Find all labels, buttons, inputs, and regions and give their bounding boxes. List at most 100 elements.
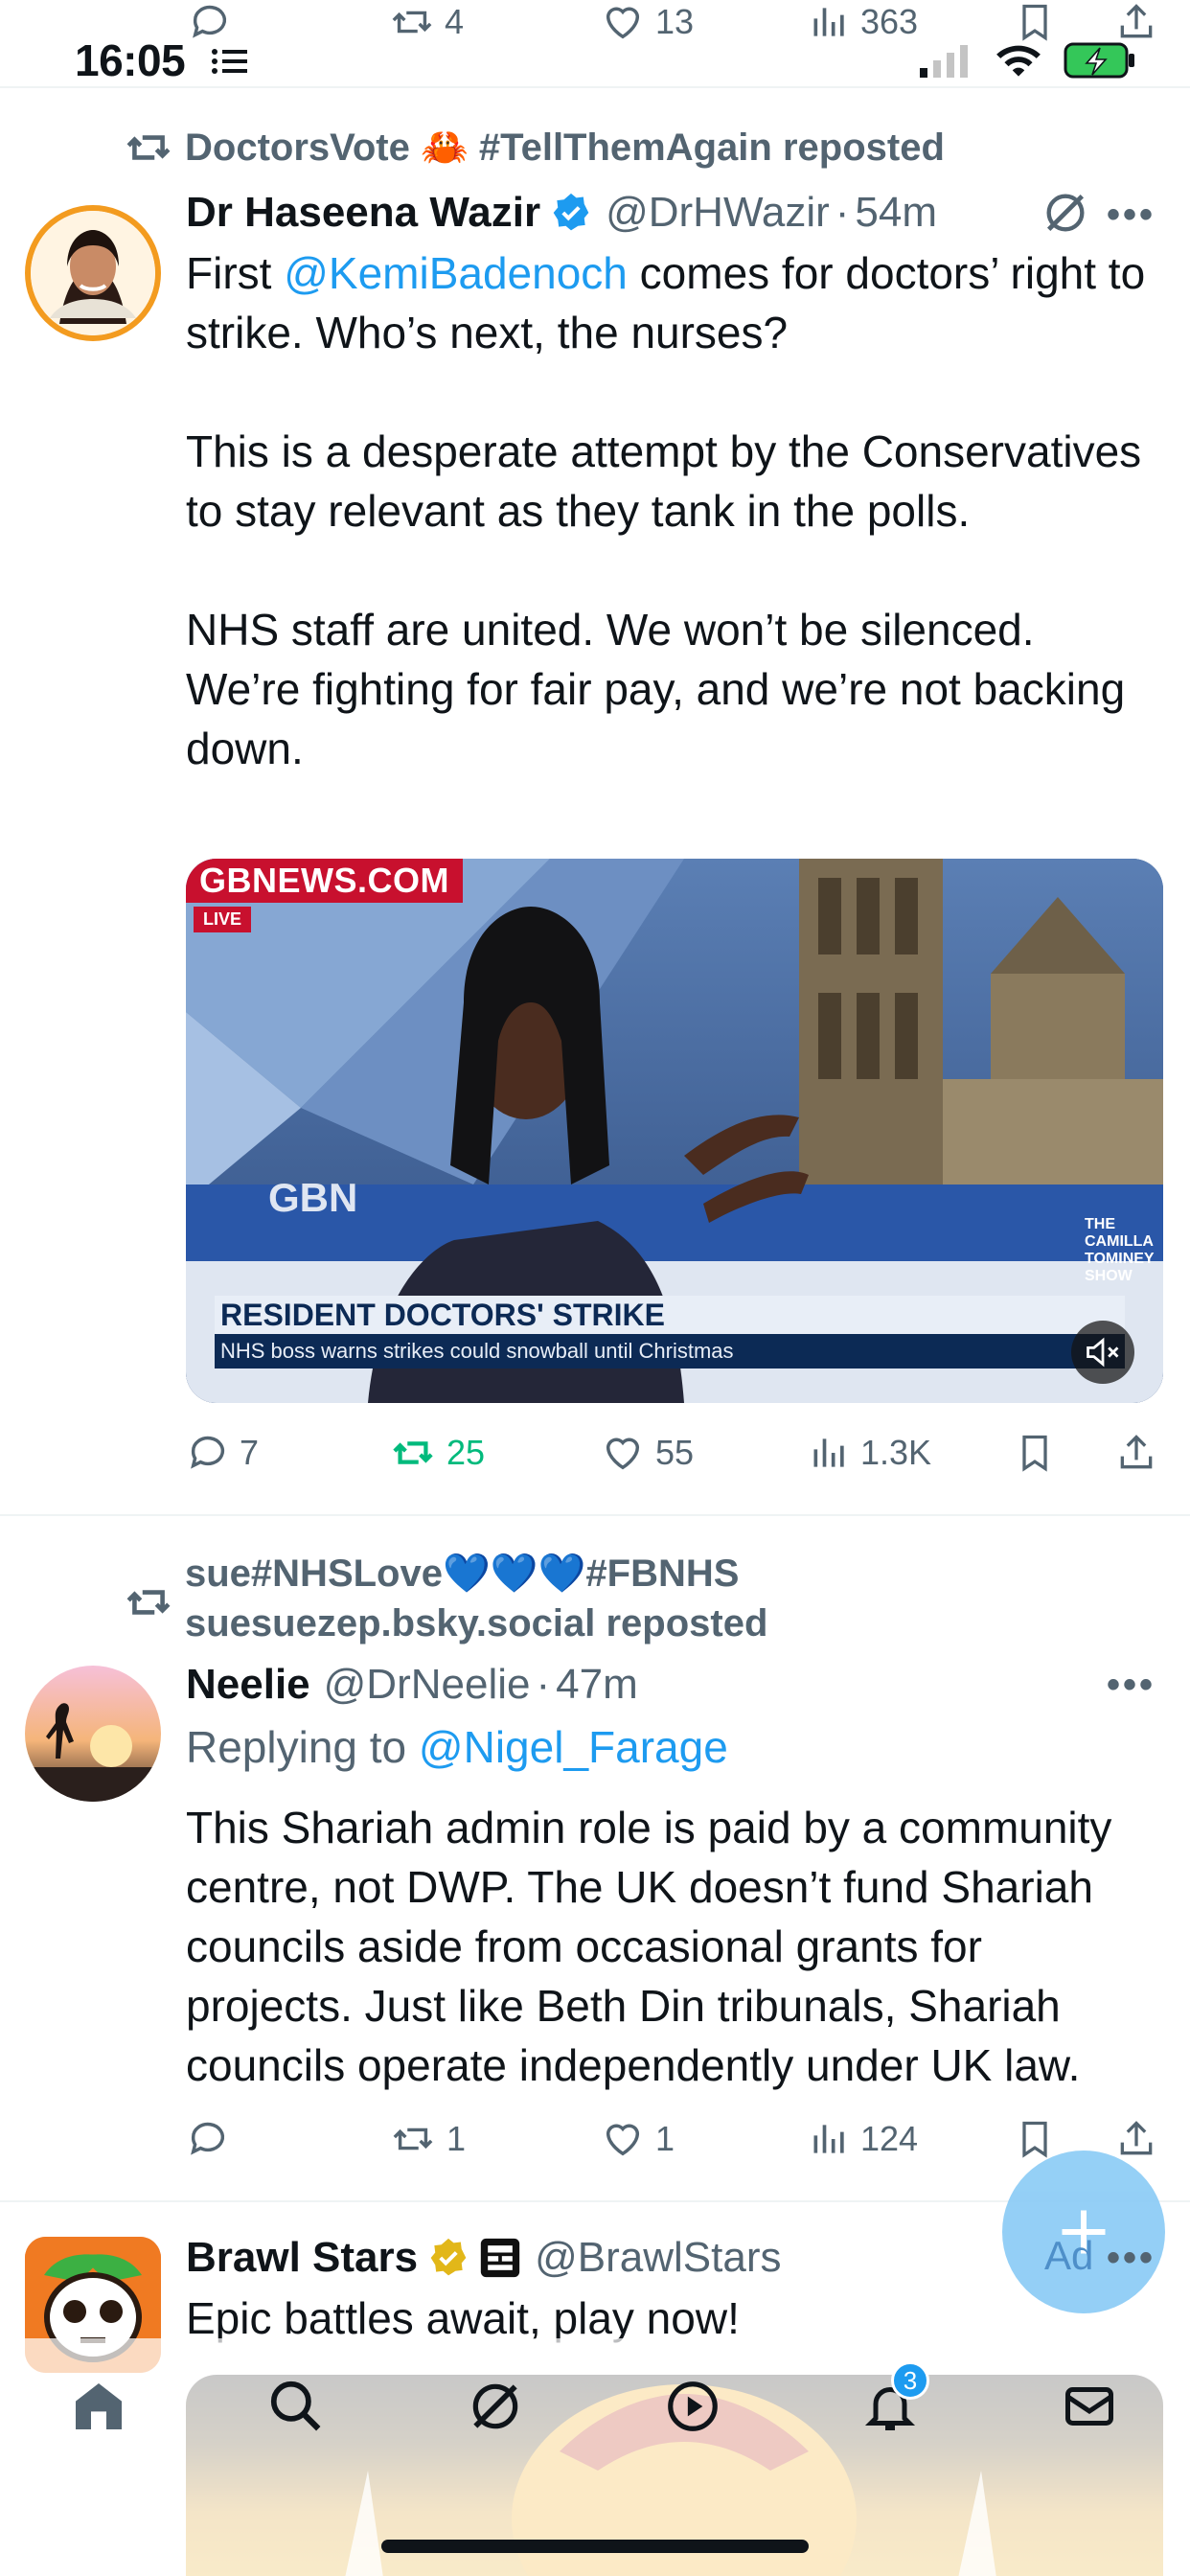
tweet-text-start: First [186, 248, 285, 298]
tweet-header: Brawl Stars @BrawlStars [186, 2229, 782, 2287]
verified-badge-icon [553, 193, 589, 231]
grok-icon [472, 2383, 518, 2429]
author-name[interactable]: Neelie [186, 1661, 310, 1709]
like-count: 13 [655, 2, 695, 41]
clock: 16:05 [75, 35, 186, 85]
nav-notifications[interactable]: 3 [857, 2361, 929, 2440]
separator-dot: · [835, 189, 850, 236]
retweet-count: 4 [445, 2, 465, 41]
nav-messages[interactable] [1056, 2373, 1123, 2440]
author-name[interactable]: Dr Haseena Wazir [186, 189, 540, 237]
svg-text:THE: THE [1085, 1216, 1115, 1232]
reply-handle-link[interactable]: @Nigel_Farage [419, 1722, 728, 1772]
compose-button[interactable] [1002, 2150, 1165, 2313]
avatar[interactable] [25, 1666, 161, 1802]
views-button[interactable]: 124 [809, 2112, 918, 2166]
volume-muted-icon [1087, 1337, 1119, 1368]
tweet-divider [0, 1514, 1190, 1516]
reply-count: 7 [240, 1433, 260, 1472]
share-button[interactable] [1115, 1426, 1157, 1480]
social-context[interactable]: DoctorsVote 🦀 #TellThemAgain reposted [125, 123, 945, 172]
tweet-time[interactable]: 54m [855, 189, 937, 237]
views-icon [813, 2125, 844, 2153]
avatar[interactable] [25, 205, 161, 341]
news-headline: RESIDENT DOCTORS' STRIKE [215, 1296, 1125, 1334]
more-options-button[interactable]: ••• [1107, 2237, 1156, 2280]
mention-link[interactable]: @KemiBadenoch [284, 248, 628, 298]
signal-icon [920, 45, 968, 78]
svg-text:GBN: GBN [268, 1175, 357, 1220]
mute-button[interactable] [1071, 1321, 1134, 1384]
nav-home[interactable] [65, 2373, 132, 2440]
reply-button[interactable]: 7 [186, 1426, 259, 1480]
mail-icon [1065, 2387, 1113, 2426]
tweet-text: This Shariah admin role is paid by a com… [186, 1803, 1125, 2090]
views-icon [813, 1438, 844, 1467]
social-context-text: DoctorsVote 🦀 #TellThemAgain reposted [185, 126, 945, 169]
like-button[interactable]: 55 [600, 1426, 694, 1480]
bookmark-button[interactable] [1014, 1426, 1056, 1480]
wifi-icon [996, 45, 1041, 77]
views-count: 1.3K [860, 1433, 932, 1472]
retweet-count: 25 [446, 1433, 486, 1472]
reply-icon [191, 2122, 225, 2155]
tweet-header: Neelie @DrNeelie · 47m [186, 1656, 638, 1714]
like-button[interactable]: 13 [600, 0, 694, 44]
share-button[interactable] [1115, 2112, 1157, 2166]
tweet-actions: 1 1 124 [186, 2112, 1163, 2166]
more-options-button[interactable]: ••• [1107, 1664, 1156, 1707]
retweet-count: 1 [446, 2119, 467, 2158]
ad-label: Ad [1044, 2233, 1094, 2278]
author-name[interactable]: Brawl Stars [186, 2234, 418, 2282]
bookmark-icon [1022, 1435, 1047, 1472]
like-button[interactable]: 1 [600, 2112, 675, 2166]
svg-text:TOMINEY: TOMINEY [1085, 1251, 1155, 1267]
retweet-button[interactable]: 25 [389, 1426, 485, 1480]
author-handle[interactable]: @DrHWazir [606, 189, 830, 237]
reply-button[interactable] [186, 2112, 240, 2166]
reply-icon [193, 5, 227, 38]
views-icon [813, 8, 844, 36]
more-options-button[interactable]: ••• [1107, 194, 1156, 237]
grok-icon[interactable] [1041, 188, 1090, 238]
svg-text:CAMILLA: CAMILLA [1085, 1233, 1154, 1250]
retweet-icon [393, 1441, 433, 1464]
home-icon [76, 2383, 122, 2429]
like-count: 55 [655, 1433, 695, 1472]
heart-icon [606, 1438, 640, 1470]
retweet-button[interactable]: 1 [389, 2112, 466, 2166]
tweet-header: Dr Haseena Wazir @DrHWazir · 54m [186, 184, 937, 242]
tweet-text: First @KemiBadenoch comes for doctors’ r… [186, 243, 1154, 778]
nav-search[interactable] [263, 2373, 330, 2440]
views-count: 363 [860, 2, 919, 41]
replying-to: Replying to @Nigel_Farage [186, 1721, 728, 1773]
bookmark-button[interactable] [1014, 0, 1056, 44]
share-button[interactable] [1115, 0, 1157, 44]
home-indicator [381, 2540, 809, 2553]
author-handle[interactable]: @DrNeelie [324, 1661, 531, 1709]
play-icon [668, 2381, 718, 2431]
share-icon [1120, 1435, 1153, 1469]
like-count: 1 [655, 2119, 675, 2158]
author-handle[interactable]: @BrawlStars [535, 2234, 781, 2282]
bookmark-icon [1022, 2121, 1047, 2158]
social-context-line1: sue#NHSLove💙💙💙#FBNHS [185, 1552, 740, 1595]
tweet-text-rest: comes for doctors’ right to strike. Who’… [186, 248, 1146, 773]
gold-verified-badge-icon [430, 2238, 467, 2276]
share-icon [1120, 2121, 1153, 2155]
social-context[interactable]: sue#NHSLove💙💙💙#FBNHS suesuezep.bsky.soci… [125, 1549, 767, 1648]
news-subheadline: NHS boss warns strikes could snowball un… [215, 1334, 1125, 1368]
tweet-video[interactable]: GBN THE CAMILLA TOMINEY SHOW GBNEWS.COM … [186, 859, 1163, 1403]
nav-videos[interactable] [659, 2373, 726, 2440]
views-count: 124 [860, 2119, 919, 2158]
reply-button[interactable] [188, 0, 232, 44]
replying-to-label: Replying to [186, 1722, 419, 1772]
retweet-icon [126, 1590, 171, 1615]
tweet-time[interactable]: 47m [556, 1661, 638, 1709]
views-button[interactable]: 1.3K [809, 1426, 931, 1480]
nav-grok[interactable] [462, 2373, 529, 2440]
social-context-line2: suesuezep.bsky.social reposted [185, 1602, 768, 1644]
views-button[interactable]: 363 [809, 0, 918, 44]
retweet-button[interactable]: 4 [389, 0, 464, 44]
bookmark-icon [1022, 4, 1047, 41]
